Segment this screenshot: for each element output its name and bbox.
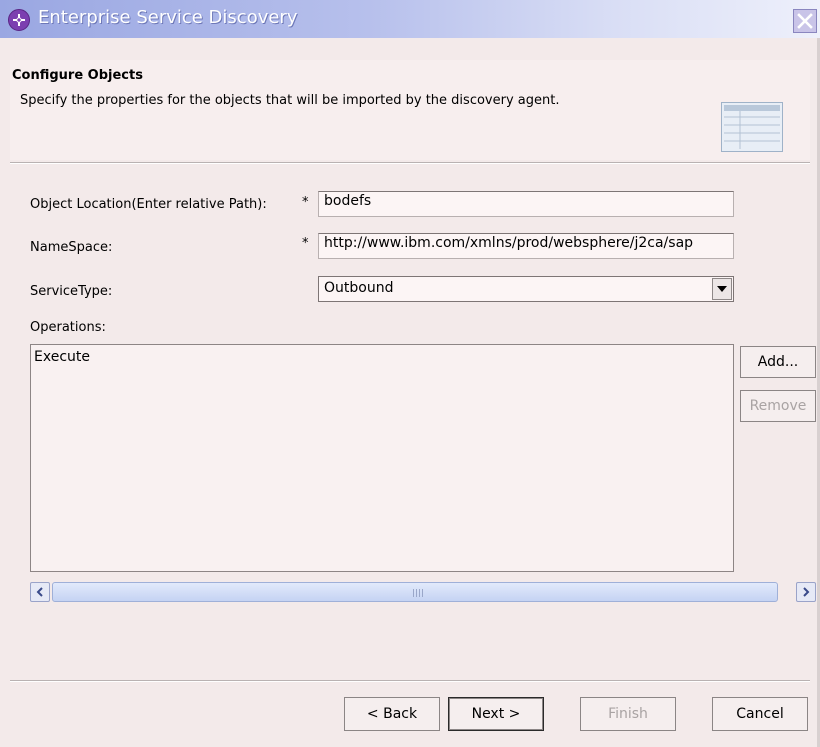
- scroll-thumb[interactable]: [52, 582, 778, 602]
- service-type-label: ServiceType:: [30, 284, 113, 299]
- scroll-right-button[interactable]: [796, 582, 816, 602]
- object-location-required-mark: *: [302, 195, 309, 210]
- eclipse-plugin-icon: [8, 9, 30, 31]
- next-button[interactable]: Next >: [448, 697, 544, 731]
- namespace-label: NameSpace:: [30, 240, 113, 255]
- cancel-button[interactable]: Cancel: [712, 697, 808, 731]
- window-title: Enterprise Service Discovery: [38, 7, 298, 28]
- horizontal-scrollbar[interactable]: [30, 582, 820, 602]
- title-bar[interactable]: Enterprise Service Discovery: [0, 0, 820, 38]
- close-button[interactable]: [793, 9, 817, 33]
- operations-label: Operations:: [30, 320, 106, 335]
- chevron-down-icon: [717, 286, 727, 292]
- wizard-header: Configure Objects Specify the properties…: [10, 60, 810, 160]
- close-icon: [797, 13, 813, 29]
- finish-button[interactable]: Finish: [580, 697, 676, 731]
- scroll-left-button[interactable]: [30, 582, 50, 602]
- page-title: Configure Objects: [12, 68, 143, 83]
- object-location-field[interactable]: bodefs: [318, 191, 734, 217]
- service-type-dropdown-button[interactable]: [712, 278, 732, 300]
- chevron-right-icon: [803, 587, 810, 597]
- scroll-grip: [413, 589, 423, 597]
- namespace-required-mark: *: [302, 236, 309, 251]
- remove-operation-button[interactable]: Remove: [740, 390, 816, 422]
- namespace-field[interactable]: http://www.ibm.com/xmlns/prod/websphere/…: [318, 233, 734, 259]
- back-button[interactable]: < Back: [344, 697, 440, 731]
- add-operation-button[interactable]: Add...: [740, 346, 816, 378]
- service-type-select[interactable]: Outbound: [318, 276, 734, 302]
- wizard-table-icon: [721, 102, 783, 152]
- service-type-value: Outbound: [324, 280, 394, 296]
- object-location-label: Object Location(Enter relative Path):: [30, 197, 267, 212]
- page-description: Specify the properties for the objects t…: [20, 93, 560, 108]
- chevron-left-icon: [36, 587, 43, 597]
- operations-list[interactable]: Execute: [30, 344, 734, 572]
- list-item[interactable]: Execute: [34, 349, 90, 365]
